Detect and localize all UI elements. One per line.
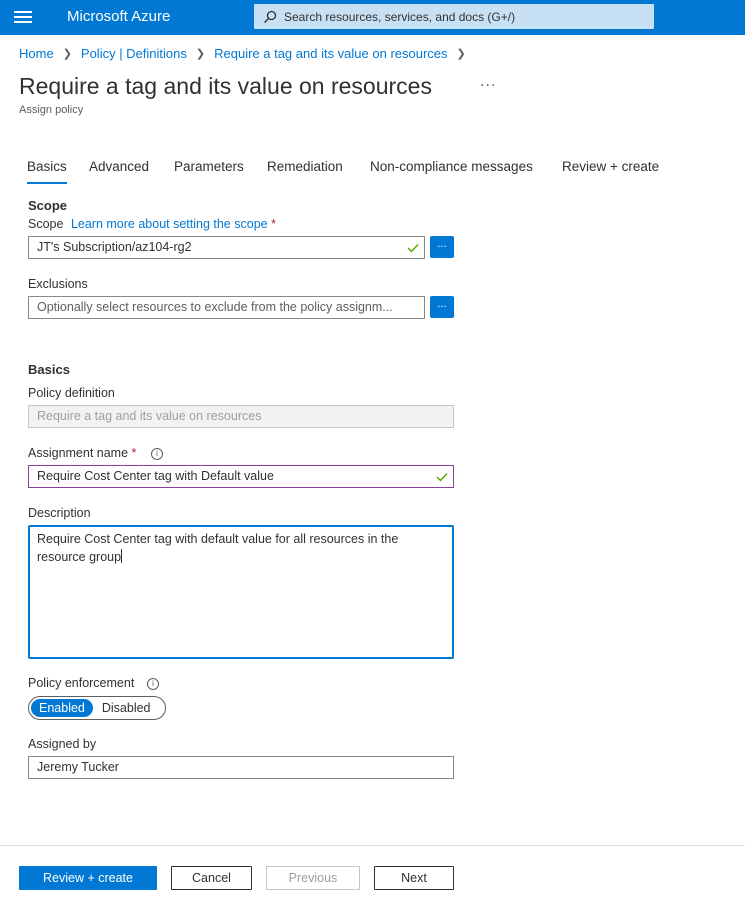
chevron-right-icon: ❯ <box>456 48 466 60</box>
top-bar: Microsoft Azure Search resources, servic… <box>0 0 745 35</box>
scope-browse-button[interactable]: ... <box>430 236 454 258</box>
cancel-button[interactable]: Cancel <box>171 866 252 890</box>
assigned-by-label: Assigned by <box>28 737 97 751</box>
info-icon[interactable]: i <box>151 448 163 460</box>
exclusions-label: Exclusions <box>28 277 88 291</box>
description-text: Require Cost Center tag with default val… <box>37 532 399 564</box>
hamburger-menu-icon[interactable] <box>14 11 32 24</box>
basics-heading: Basics <box>28 362 70 377</box>
scope-label: Scope <box>28 217 64 231</box>
tab-parameters[interactable]: Parameters <box>174 159 244 174</box>
description-label: Description <box>28 506 91 520</box>
tab-review-create[interactable]: Review + create <box>562 159 659 174</box>
tab-basics[interactable]: Basics <box>27 159 67 184</box>
breadcrumb-policy-definition[interactable]: Require a tag and its value on resources <box>214 46 447 61</box>
info-icon[interactable]: i <box>147 678 159 690</box>
search-placeholder: Search resources, services, and docs (G+… <box>284 9 516 24</box>
policy-definition-label: Policy definition <box>28 386 115 400</box>
enforcement-enabled-option[interactable]: Enabled <box>31 699 93 717</box>
breadcrumb: Home ❯ Policy | Definitions ❯ Require a … <box>19 46 475 61</box>
scope-input[interactable]: JT's Subscription/az104-rg2 <box>28 236 425 259</box>
breadcrumb-policy-definitions[interactable]: Policy | Definitions <box>81 46 187 61</box>
chevron-right-icon: ❯ <box>62 48 72 60</box>
chevron-right-icon: ❯ <box>195 48 206 60</box>
tab-advanced[interactable]: Advanced <box>89 159 149 174</box>
global-search-input[interactable]: Search resources, services, and docs (G+… <box>254 4 654 29</box>
description-textarea[interactable]: Require Cost Center tag with default val… <box>28 525 454 659</box>
tab-remediation[interactable]: Remediation <box>267 159 343 174</box>
review-create-button[interactable]: Review + create <box>19 866 157 890</box>
policy-enforcement-label: Policy enforcement <box>28 676 135 690</box>
required-marker: * <box>271 217 276 231</box>
assignment-name-input[interactable]: Require Cost Center tag with Default val… <box>28 465 454 488</box>
page-subtitle: Assign policy <box>19 104 84 116</box>
policy-enforcement-toggle: Enabled Disabled <box>28 696 166 720</box>
text-caret <box>121 549 123 563</box>
enforcement-disabled-option[interactable]: Disabled <box>94 699 159 717</box>
tab-non-compliance-messages[interactable]: Non-compliance messages <box>370 159 533 174</box>
footer-divider <box>0 845 745 846</box>
breadcrumb-home[interactable]: Home <box>19 46 54 61</box>
learn-more-scope-link[interactable]: Learn more about setting the scope <box>71 217 268 231</box>
required-marker: * <box>131 446 137 460</box>
assigned-by-input[interactable]: Jeremy Tucker <box>28 756 454 779</box>
brand-title[interactable]: Microsoft Azure <box>67 8 170 25</box>
exclusions-browse-button[interactable]: ... <box>430 296 454 318</box>
page-title: Require a tag and its value on resources <box>19 73 432 99</box>
scope-heading: Scope <box>28 198 68 213</box>
next-button[interactable]: Next <box>374 866 454 890</box>
checkmark-icon <box>407 244 419 253</box>
checkmark-icon <box>436 473 448 482</box>
more-options-button[interactable]: ··· <box>480 78 496 94</box>
exclusions-input[interactable]: Optionally select resources to exclude f… <box>28 296 425 319</box>
assignment-name-label-row: Assignment name * <box>28 446 136 460</box>
search-icon <box>264 10 277 23</box>
assignment-name-label: Assignment name <box>28 446 129 460</box>
previous-button[interactable]: Previous <box>266 866 360 890</box>
policy-definition-field: Require a tag and its value on resources <box>28 405 454 428</box>
scope-label-row: Scope Learn more about setting the scope… <box>28 217 276 231</box>
